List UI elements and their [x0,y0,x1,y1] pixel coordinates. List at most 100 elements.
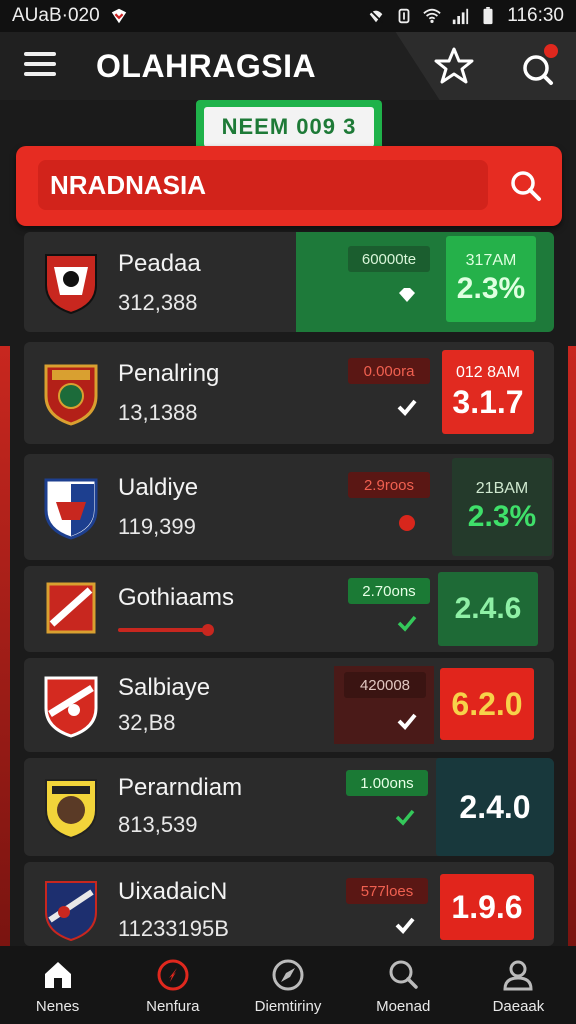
team-count: 312,388 [118,290,198,315]
odds-badge: 420008 [344,672,426,698]
value-box: 21BAM 2.3% [452,458,552,556]
wifi-icon [423,8,441,24]
value-number: 1.9.6 [451,888,523,925]
list-item[interactable]: Salbiaye 32,B8 420008 6.2.0 [24,658,554,752]
compass-icon [272,959,304,991]
nav-label: Daeaak [492,998,545,1015]
team-count: 32,B8 [118,710,176,735]
value-number: 2.4.0 [459,788,531,825]
value-box: 012 8AM 3.1.7 [442,350,534,434]
nav-item-profile[interactable]: Daeaak [461,946,576,1024]
status-bar: AUaB·020 116:30 [0,0,576,32]
team-count: 119,399 [118,514,196,539]
team-name: Penalring [118,360,220,387]
team-name: Perarndiam [118,774,243,801]
list-item[interactable]: Ualdiye 119,399 2.9roos 21BAM 2.3% [24,454,554,560]
team-crest-icon [45,881,97,942]
nav-label: Nenfura [146,998,200,1015]
app-header: OLAHRAGSIA [0,32,576,100]
value-number: 6.2.0 [451,685,523,722]
search-icon [389,960,418,989]
list-item[interactable]: Perarndiam 813,539 1.00ons 2.4.0 [24,758,554,856]
check-icon [397,615,417,632]
check-icon [397,399,417,416]
odds-badge: 1.00ons [346,770,428,796]
value-time: 21BAM [475,480,529,497]
nav-label: Nenes [35,998,80,1015]
team-name: UixadaicN [118,878,228,905]
red-dot-icon [399,515,415,531]
team-name: Salbiaye [118,674,211,701]
team-count: 13,1388 [118,400,198,425]
list-item[interactable]: Peadaa 312,388 60000te 317AM 2.3% [24,232,554,332]
team-count: 11233195B [118,916,229,941]
team-name: Peadaa [118,250,201,277]
team-crest-icon [44,478,98,540]
team-crest-icon [45,779,97,840]
heart-shield-icon [111,8,126,24]
team-crest-icon [44,676,98,738]
nav-label: Diemtiriny [254,998,322,1015]
left-accent-stripe [0,346,10,946]
dnd-icon [369,9,384,23]
check-icon [395,809,415,826]
value-box: 2.4.6 [438,572,538,646]
app-title: OLAHRAGSIA [96,48,317,84]
value-number: 2.3% [456,272,526,305]
value-box: 2.4.0 [436,758,554,856]
status-carrier-text: AUaB·020 [12,5,100,26]
value-box: 6.2.0 [440,668,534,740]
menu-icon-bar [24,62,56,66]
notification-badge [544,44,558,58]
menu-icon-bar [24,72,56,76]
value-number: 2.4.6 [454,592,522,625]
search-submit-icon[interactable] [508,168,544,204]
team-count: 813,539 [118,812,198,837]
odds-badge: 60000te [348,246,430,272]
status-time: 116:30 [507,5,564,26]
list-item[interactable]: Penalring 13,1388 0.00ora 012 8AM 3.1.7 [24,342,554,444]
flame-icon [157,959,189,991]
team-name: Ualdiye [118,474,199,501]
home-icon [44,962,71,988]
value-box: 317AM 2.3% [446,236,536,322]
sync-icon [398,8,410,24]
progress-bar [118,628,206,632]
list-item[interactable]: Gothiaams 2.70ons 2.4.6 [24,566,554,652]
team-crest-icon [44,364,98,426]
odds-badge: 2.70ons [348,578,430,604]
team-crest-icon [45,254,97,315]
odds-badge: 2.9roos [348,472,430,498]
right-accent-stripe [568,346,576,946]
check-icon [397,713,417,730]
battery-icon [483,7,493,25]
menu-icon-bar [24,52,56,56]
value-box: 1.9.6 [440,874,534,940]
nav-item-home[interactable]: Nenes [0,946,115,1024]
nav-item-discover[interactable]: Diemtiriny [230,946,345,1024]
profile-icon [503,960,533,991]
favorites-star-icon[interactable] [434,46,474,86]
check-icon [395,917,415,934]
value-number: 3.1.7 [452,383,524,420]
search-input[interactable] [38,160,488,210]
tab-pill-label: NEEM 009 3 [204,107,374,147]
search-bar [16,146,562,226]
value-time: 317AM [465,252,517,269]
list-item[interactable]: UixadaicN 11233195B 577loes 1.9.6 [24,862,554,946]
active-tab-pill[interactable]: NEEM 009 3 [196,100,382,148]
nav-item-search[interactable]: Moenad [346,946,461,1024]
bottom-navigation: Nenes Nenfura Diemtiriny Moenad Daeaak [0,946,576,1024]
team-crest-icon [46,582,96,634]
team-name: Gothiaams [118,584,235,611]
signal-icon [453,8,469,25]
odds-badge: 577loes [346,878,428,904]
odds-badge: 0.00ora [348,358,430,384]
value-time: 012 8AM [455,363,521,381]
nav-label: Moenad [376,998,431,1015]
header-search-button[interactable] [518,44,558,88]
progress-knob [202,624,214,636]
diamond-icon [399,288,415,302]
menu-button[interactable] [24,52,56,80]
nav-item-featured[interactable]: Nenfura [115,946,230,1024]
